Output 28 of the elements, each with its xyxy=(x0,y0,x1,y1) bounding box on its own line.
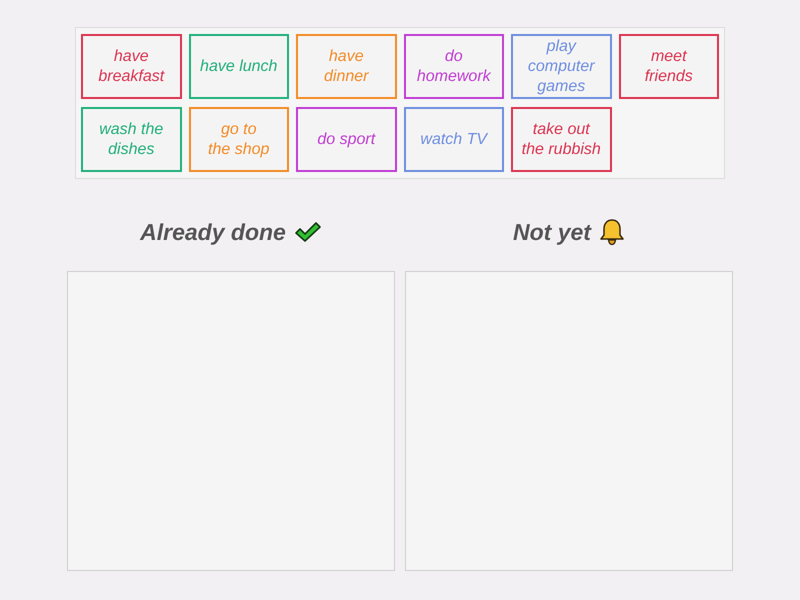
tile-label: play computer games xyxy=(528,36,595,96)
column-heading: Already done xyxy=(140,218,286,247)
tile-label: have breakfast xyxy=(98,46,164,86)
tile-label: watch TV xyxy=(420,130,488,150)
word-tile[interactable]: watch TV xyxy=(404,107,504,172)
tile-label: have dinner xyxy=(324,46,368,86)
word-tile[interactable]: have lunch xyxy=(188,34,289,99)
word-tile[interactable]: have dinner xyxy=(296,34,396,99)
tile-label: do sport xyxy=(317,130,376,150)
word-tile[interactable]: take out the rubbish xyxy=(511,107,612,172)
tile-label: meet friends xyxy=(644,46,693,86)
tile-label: take out the rubbish xyxy=(522,120,601,160)
word-tile[interactable]: do homework xyxy=(404,34,504,99)
word-tile[interactable]: have breakfast xyxy=(81,34,182,99)
drop-zone[interactable] xyxy=(405,271,733,571)
tile-label: wash the dishes xyxy=(99,120,164,160)
tile-label: have lunch xyxy=(200,56,278,76)
tile-label: do homework xyxy=(416,46,491,86)
word-tile[interactable]: wash the dishes xyxy=(81,107,182,172)
word-tile[interactable]: do sport xyxy=(296,107,396,172)
bell-icon xyxy=(598,218,625,246)
drop-zone[interactable] xyxy=(67,271,395,571)
tile-label: go to the shop xyxy=(208,120,270,160)
word-tile[interactable]: play computer games xyxy=(511,34,612,99)
word-tile[interactable]: meet friends xyxy=(618,34,719,99)
column-heading: Not yet xyxy=(513,218,591,247)
check-mark-icon xyxy=(294,220,322,244)
word-tile[interactable]: go to the shop xyxy=(188,107,289,172)
